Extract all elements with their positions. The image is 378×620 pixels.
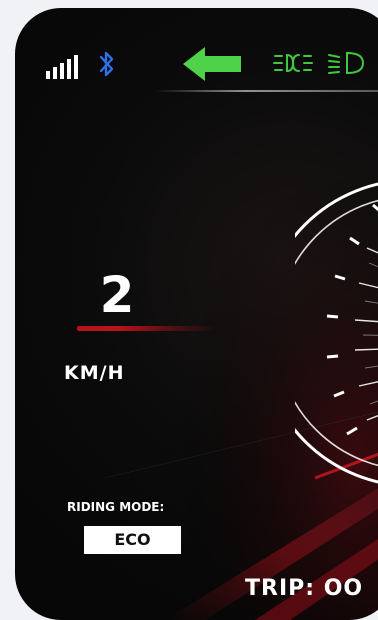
parking-light-icon bbox=[273, 53, 313, 73]
riding-mode-label: RIDING MODE: bbox=[67, 500, 165, 514]
status-bar-divider bbox=[155, 90, 378, 92]
riding-mode-button[interactable]: ECO bbox=[84, 526, 181, 554]
speed-value: 2 bbox=[99, 266, 135, 324]
speed-underline bbox=[77, 326, 217, 331]
bluetooth-icon bbox=[99, 51, 114, 77]
left-turn-arrow-icon bbox=[183, 47, 241, 81]
speed-unit: KM/H bbox=[64, 362, 125, 384]
dashboard-screen: 2 KM/H RIDING MODE: ECO TRIP: OO bbox=[15, 8, 378, 620]
speedometer-gauge bbox=[295, 182, 378, 484]
low-beam-icon bbox=[328, 51, 365, 75]
gauge-major-ticks bbox=[326, 203, 378, 436]
trip-readout: TRIP: OO bbox=[245, 576, 364, 601]
signal-strength-icon bbox=[46, 53, 78, 79]
